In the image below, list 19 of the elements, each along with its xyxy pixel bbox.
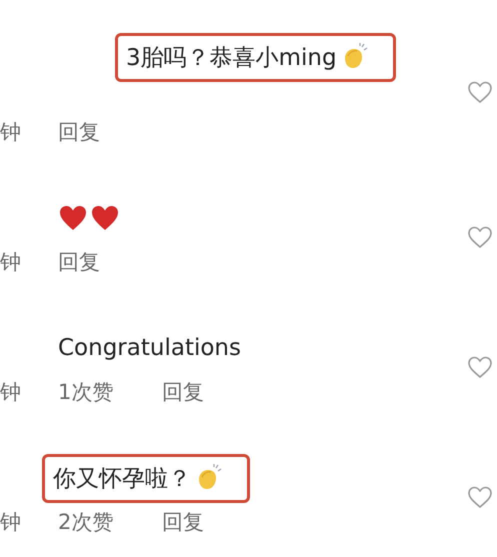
reply-link[interactable]: 回复	[162, 508, 204, 536]
time-text: 钟	[0, 379, 22, 406]
heart-outline-icon[interactable]	[467, 225, 493, 249]
time-text: 钟	[0, 249, 22, 276]
reply-link[interactable]: 回复	[58, 248, 100, 276]
heart-outline-icon[interactable]	[467, 355, 493, 379]
comment-text: 你又怀孕啦？	[53, 464, 191, 494]
reply-link[interactable]: 回复	[162, 378, 204, 406]
heart-icon	[58, 203, 88, 233]
heart-icon	[90, 203, 120, 233]
time-text: 钟	[0, 119, 22, 146]
like-count: 1次赞	[58, 379, 114, 406]
heart-outline-icon[interactable]	[467, 485, 493, 509]
comment-text: 3胎吗？恭喜小ming	[126, 44, 337, 72]
time-text: 钟	[0, 509, 22, 536]
reply-link[interactable]: 回复	[58, 118, 100, 146]
comment-text: Congratulations	[58, 335, 241, 361]
like-count: 2次赞	[58, 509, 114, 536]
heart-outline-icon[interactable]	[467, 80, 493, 104]
